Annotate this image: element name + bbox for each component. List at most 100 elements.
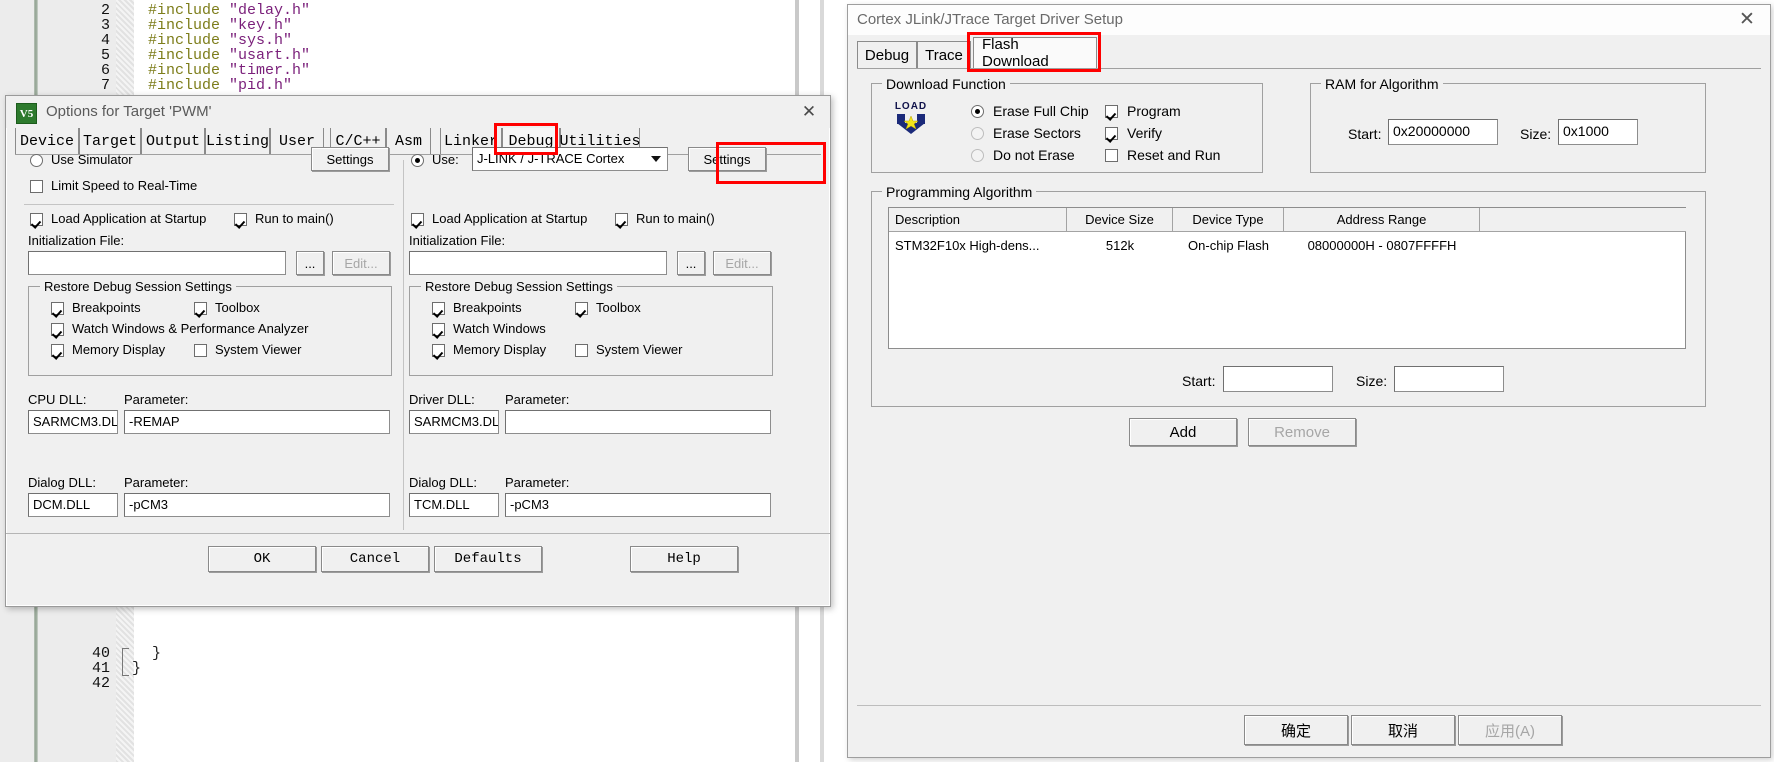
limit-speed-label: Limit Speed to Real-Time [51, 178, 198, 193]
programming-algorithm-table[interactable]: Description Device Size Device Type Addr… [888, 207, 1686, 349]
program-checkbox[interactable] [1105, 105, 1118, 118]
column-header-spacer[interactable] [1480, 208, 1686, 232]
code-line: } [152, 645, 162, 662]
run-to-main-label-left: Run to main() [255, 211, 334, 226]
cpu-dll-parameter-input[interactable]: -REMAP [124, 410, 390, 434]
jlink-dialog-titlebar[interactable]: Cortex JLink/JTrace Target Driver Setup … [848, 5, 1770, 35]
dialog-dll-parameter-label-left: Parameter: [124, 475, 189, 490]
restore-sysviewer-checkbox-right[interactable] [575, 344, 588, 357]
cell-address-range: 08000000H - 0807FFFFH [1307, 237, 1457, 253]
dialog-dll-label-left: Dialog DLL: [28, 475, 96, 490]
tab-target[interactable]: Target [79, 128, 141, 154]
download-function-group-label: Download Function [882, 76, 1010, 92]
restore-watch-checkbox-left[interactable] [51, 323, 64, 336]
verify-checkbox[interactable] [1105, 127, 1118, 140]
confirm-button[interactable]: 确定 [1244, 715, 1348, 745]
restore-toolbox-checkbox-right[interactable] [575, 302, 588, 315]
driver-dll-parameter-input[interactable] [505, 410, 771, 434]
load-app-startup-label-left: Load Application at Startup [51, 211, 207, 226]
load-arrow-glyph [897, 114, 925, 134]
algorithm-start-input[interactable] [1223, 366, 1333, 392]
restore-sysviewer-label-right: System Viewer [596, 342, 683, 357]
options-dialog-titlebar[interactable]: V5 Options for Target 'PWM' ✕ [6, 96, 830, 128]
column-header-device-type[interactable]: Device Type [1173, 208, 1284, 232]
tab-asm[interactable]: Asm [386, 128, 431, 154]
restore-breakpoints-checkbox-left[interactable] [51, 302, 64, 315]
dialog-dll-parameter-input-right[interactable]: -pCM3 [505, 493, 771, 517]
include-keyword: #include [148, 77, 221, 94]
tab-debug[interactable]: Debug [857, 41, 917, 69]
use-driver-radio[interactable] [411, 154, 424, 167]
ok-button[interactable]: OK [208, 546, 316, 572]
chevron-down-icon[interactable] [649, 153, 663, 165]
add-algorithm-button[interactable]: Add [1129, 418, 1237, 446]
edit-button-right[interactable]: Edit... [713, 251, 771, 275]
tab-trace[interactable]: Trace [917, 41, 971, 69]
options-for-target-dialog[interactable]: V5 Options for Target 'PWM' ✕ Device Tar… [5, 95, 831, 607]
restore-memory-checkbox-right[interactable] [432, 344, 445, 357]
jlink-target-driver-setup-dialog[interactable]: Cortex JLink/JTrace Target Driver Setup … [847, 4, 1771, 758]
tab-device[interactable]: Device [15, 128, 79, 154]
browse-button-left[interactable]: ... [296, 251, 324, 275]
pane-split-divider [403, 160, 404, 530]
load-app-startup-checkbox-right[interactable] [411, 213, 424, 226]
init-file-label-right: Initialization File: [409, 233, 506, 248]
init-file-input-left[interactable] [28, 251, 286, 275]
load-app-startup-checkbox-left[interactable] [30, 213, 43, 226]
cpu-dll-label: CPU DLL: [28, 392, 87, 407]
algorithm-size-label: Size: [1356, 373, 1388, 389]
column-header-device-size[interactable]: Device Size [1067, 208, 1173, 232]
remove-algorithm-button[interactable]: Remove [1248, 418, 1356, 446]
erase-sectors-radio[interactable] [971, 127, 984, 140]
dialog-dll-input-left[interactable]: DCM.DLL [28, 493, 118, 517]
init-file-input-right[interactable] [409, 251, 667, 275]
ram-size-input[interactable]: 0x1000 [1558, 119, 1638, 145]
cancel-button[interactable]: Cancel [321, 546, 429, 572]
cpu-dll-input[interactable]: SARMCM3.DLL [28, 410, 118, 434]
erase-full-chip-radio[interactable] [971, 105, 984, 118]
dialog-dll-input-right[interactable]: TCM.DLL [409, 493, 499, 517]
tab-output[interactable]: Output [141, 128, 205, 154]
restore-memory-label-left: Memory Display [72, 342, 166, 357]
restore-sysviewer-checkbox-left[interactable] [194, 344, 207, 357]
restore-toolbox-checkbox-left[interactable] [194, 302, 207, 315]
defaults-button[interactable]: Defaults [434, 546, 542, 572]
erase-full-chip-label: Erase Full Chip [993, 103, 1089, 119]
cancel-button[interactable]: 取消 [1351, 715, 1455, 745]
help-button[interactable]: Help [630, 546, 738, 572]
do-not-erase-radio[interactable] [971, 149, 984, 162]
restore-watch-checkbox-right[interactable] [432, 323, 445, 336]
simulator-settings-button[interactable]: Settings [311, 147, 389, 171]
tab-listing[interactable]: Listing [205, 128, 270, 154]
dialog-dll-parameter-label-right: Parameter: [505, 475, 570, 490]
restore-watch-label-left: Watch Windows & Performance Analyzer [72, 321, 309, 336]
jlink-tab-underline [857, 68, 1761, 69]
driver-settings-button[interactable]: Settings [688, 147, 766, 171]
restore-sysviewer-label-left: System Viewer [215, 342, 302, 357]
use-simulator-radio[interactable] [30, 154, 43, 167]
close-icon[interactable]: ✕ [798, 102, 820, 122]
tab-flash-download[interactable]: Flash Download [973, 36, 1097, 70]
code-line: #include "pid.h" [148, 77, 292, 94]
run-to-main-checkbox-right[interactable] [615, 213, 628, 226]
ram-start-input[interactable]: 0x20000000 [1388, 119, 1498, 145]
dialog-dll-parameter-input-left[interactable]: -pCM3 [124, 493, 390, 517]
restore-breakpoints-checkbox-right[interactable] [432, 302, 445, 315]
browse-button-right[interactable]: ... [677, 251, 705, 275]
ram-start-label: Start: [1348, 126, 1382, 142]
restore-memory-checkbox-left[interactable] [51, 344, 64, 357]
cell-device-size: 512k [1105, 237, 1135, 253]
debug-adapter-select[interactable]: J-LINK / J-TRACE Cortex [472, 147, 668, 171]
run-to-main-checkbox-left[interactable] [234, 213, 247, 226]
algorithm-size-input[interactable] [1394, 366, 1504, 392]
column-header-description[interactable]: Description [889, 208, 1067, 232]
driver-dll-input[interactable]: SARMCM3.DLL [409, 410, 499, 434]
edit-button-left[interactable]: Edit... [332, 251, 390, 275]
reset-and-run-checkbox[interactable] [1105, 149, 1118, 162]
limit-speed-checkbox[interactable] [30, 180, 43, 193]
column-header-address-range[interactable]: Address Range [1284, 208, 1480, 232]
close-icon[interactable]: ✕ [1736, 9, 1758, 30]
jlink-dialog-title: Cortex JLink/JTrace Target Driver Setup [857, 11, 1123, 28]
load-icon-text: LOAD [894, 101, 928, 112]
apply-button[interactable]: 应用(A) [1458, 715, 1562, 745]
